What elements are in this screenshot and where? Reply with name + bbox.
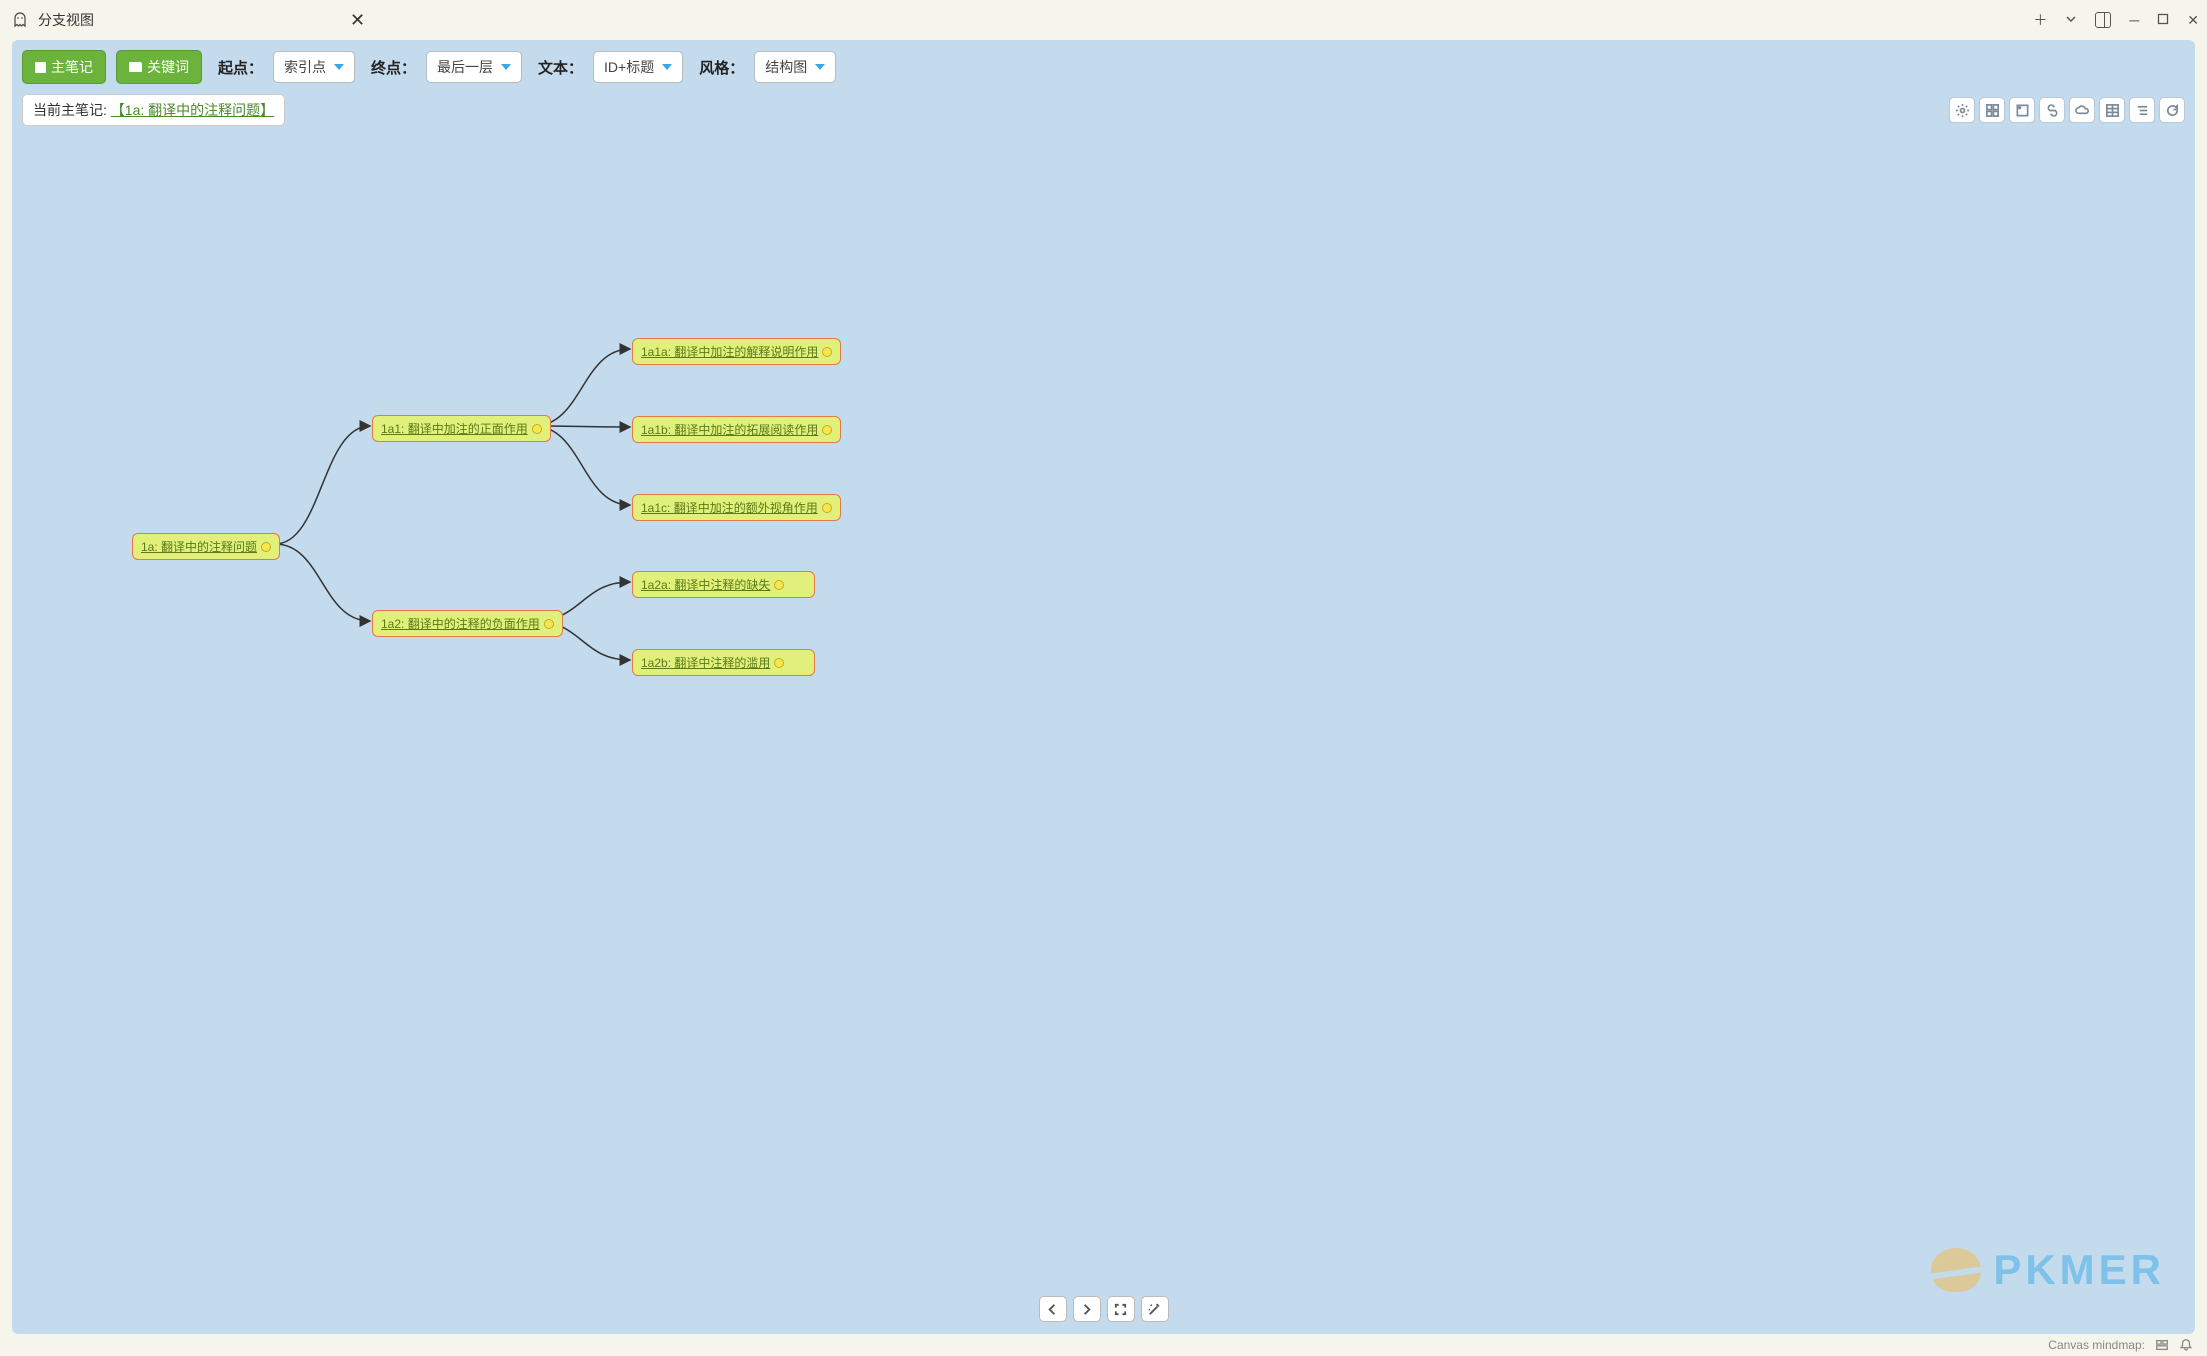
- refresh-icon: [2165, 103, 2180, 118]
- magic-button[interactable]: [1141, 1296, 1169, 1322]
- window-controls: ＋ ─ ✕: [2033, 10, 2199, 30]
- node-1a1c[interactable]: 1a1c: 翻译中加注的额外视角作用: [632, 494, 841, 521]
- bell-icon[interactable]: [2179, 1338, 2193, 1352]
- caret-icon: [334, 64, 344, 70]
- node-dot-icon: [822, 347, 832, 357]
- mindmap-canvas[interactable]: 1a: 翻译中的注释问题 1a1: 翻译中加注的正面作用 1a2: 翻译中的注释…: [12, 136, 2195, 1334]
- style-dropdown[interactable]: 结构图: [754, 51, 836, 83]
- statusbar: Canvas mindmap:: [0, 1334, 2207, 1356]
- note-icon: [35, 62, 46, 73]
- main-note-button[interactable]: 主笔记: [22, 50, 106, 84]
- refresh-button[interactable]: [2159, 97, 2185, 123]
- folder-icon: [129, 62, 142, 72]
- canvas-controls: [1039, 1296, 1169, 1322]
- node-1a1[interactable]: 1a1: 翻译中加注的正面作用: [372, 415, 551, 442]
- main-panel: 主笔记 关键词 起点： 索引点 终点： 最后一层 文本： ID+标题 风格： 结…: [12, 40, 2195, 1334]
- caret-icon: [662, 64, 672, 70]
- gear-icon: [1955, 103, 1970, 118]
- fullscreen-button[interactable]: [1107, 1296, 1135, 1322]
- status-label: Canvas mindmap:: [2048, 1338, 2145, 1352]
- list-icon: [2135, 103, 2150, 118]
- node-label: 1a2: 翻译中的注释的负面作用: [381, 615, 540, 632]
- start-value: 索引点: [284, 57, 326, 77]
- toolbar-primary: 主笔记 关键词 起点： 索引点 终点： 最后一层 文本： ID+标题 风格： 结…: [12, 40, 2195, 90]
- text-dropdown[interactable]: ID+标题: [593, 51, 683, 83]
- wand-icon: [1147, 1302, 1162, 1317]
- minimize-button[interactable]: ─: [2129, 12, 2139, 28]
- arrow-right-icon: [1079, 1302, 1094, 1317]
- node-dot-icon: [774, 580, 784, 590]
- node-dot-icon: [822, 503, 832, 513]
- node-label: 1a1b: 翻译中加注的拓展阅读作用: [641, 421, 818, 438]
- node-label: 1a2a: 翻译中注释的缺失: [641, 576, 770, 593]
- close-window-button[interactable]: ✕: [2187, 12, 2199, 29]
- cloud-icon: [2075, 103, 2090, 118]
- start-dropdown[interactable]: 索引点: [273, 51, 355, 83]
- caret-icon: [815, 64, 825, 70]
- square-button[interactable]: [2009, 97, 2035, 123]
- link-button[interactable]: [2039, 97, 2065, 123]
- square-icon: [2015, 103, 2030, 118]
- node-label: 1a1a: 翻译中加注的解释说明作用: [641, 343, 818, 360]
- node-dot-icon: [261, 542, 271, 552]
- grid-button[interactable]: [1979, 97, 2005, 123]
- nav-back-button[interactable]: [1039, 1296, 1067, 1322]
- text-label: 文本：: [538, 57, 583, 78]
- titlebar: 分支视图 ✕ ＋ ─ ✕: [0, 0, 2207, 40]
- close-tab-button[interactable]: ✕: [350, 10, 365, 31]
- chevron-down-icon[interactable]: [2065, 12, 2077, 28]
- new-tab-button[interactable]: ＋: [2033, 10, 2047, 30]
- table-icon: [2105, 103, 2120, 118]
- panel-icon[interactable]: [2095, 12, 2111, 28]
- grid-icon: [1985, 103, 2000, 118]
- node-dot-icon: [532, 424, 542, 434]
- layout-icon[interactable]: [2155, 1338, 2169, 1352]
- node-root[interactable]: 1a: 翻译中的注释问题: [132, 533, 280, 560]
- current-note-box: 当前主笔记: 【1a: 翻译中的注释问题】: [22, 94, 285, 126]
- cloud-button[interactable]: [2069, 97, 2095, 123]
- icon-toolbar: [1949, 97, 2185, 123]
- caret-icon: [501, 64, 511, 70]
- main-note-label: 主笔记: [51, 57, 93, 77]
- watermark-logo-icon: [1931, 1248, 1981, 1292]
- app-icon: [12, 12, 28, 28]
- node-1a2b[interactable]: 1a2b: 翻译中注释的滥用: [632, 649, 815, 676]
- list-button[interactable]: [2129, 97, 2155, 123]
- node-dot-icon: [774, 658, 784, 668]
- node-1a2a[interactable]: 1a2a: 翻译中注释的缺失: [632, 571, 815, 598]
- node-label: 1a2b: 翻译中注释的滥用: [641, 654, 770, 671]
- end-value: 最后一层: [437, 57, 493, 77]
- tab-title: 分支视图: [38, 10, 94, 30]
- edges-layer: [12, 136, 2195, 1334]
- current-note-link[interactable]: 【1a: 翻译中的注释问题】: [111, 102, 274, 118]
- current-note-label: 当前主笔记:: [33, 102, 111, 118]
- node-1a1a[interactable]: 1a1a: 翻译中加注的解释说明作用: [632, 338, 841, 365]
- settings-button[interactable]: [1949, 97, 1975, 123]
- toolbar-secondary: 当前主笔记: 【1a: 翻译中的注释问题】: [12, 90, 2195, 136]
- link-icon: [2045, 103, 2060, 118]
- node-label: 1a: 翻译中的注释问题: [141, 538, 257, 555]
- maximize-button[interactable]: [2157, 12, 2169, 28]
- arrow-left-icon: [1045, 1302, 1060, 1317]
- node-1a2[interactable]: 1a2: 翻译中的注释的负面作用: [372, 610, 563, 637]
- expand-icon: [1113, 1302, 1128, 1317]
- style-value: 结构图: [765, 57, 807, 77]
- style-label: 风格：: [699, 57, 744, 78]
- start-label: 起点：: [218, 57, 263, 78]
- node-label: 1a1: 翻译中加注的正面作用: [381, 420, 528, 437]
- watermark: PKMER: [1931, 1246, 2165, 1294]
- end-dropdown[interactable]: 最后一层: [426, 51, 522, 83]
- end-label: 终点：: [371, 57, 416, 78]
- node-dot-icon: [544, 619, 554, 629]
- watermark-text: PKMER: [1993, 1246, 2165, 1294]
- nav-forward-button[interactable]: [1073, 1296, 1101, 1322]
- node-1a1b[interactable]: 1a1b: 翻译中加注的拓展阅读作用: [632, 416, 841, 443]
- keyword-label: 关键词: [147, 57, 189, 77]
- node-dot-icon: [822, 425, 832, 435]
- table-button[interactable]: [2099, 97, 2125, 123]
- text-value: ID+标题: [604, 57, 654, 77]
- node-label: 1a1c: 翻译中加注的额外视角作用: [641, 499, 818, 516]
- keyword-button[interactable]: 关键词: [116, 50, 202, 84]
